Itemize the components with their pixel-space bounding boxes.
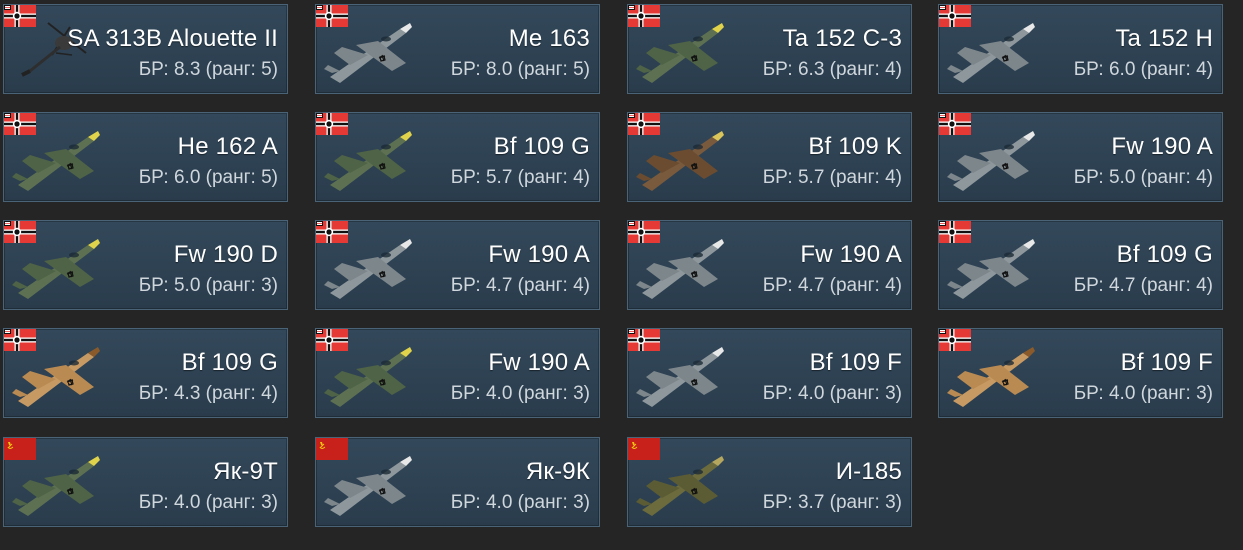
vehicle-name: Ta 152 C-3 (782, 25, 902, 52)
battle-rating: БР: 4.0 (ранг: 3) (450, 383, 590, 404)
battle-rating: БР: 3.7 (ранг: 3) (762, 492, 902, 513)
vehicle-name: Bf 109 G (181, 349, 278, 376)
vehicle-card[interactable]: Bf 109 G БР: 5.7 (ранг: 4) (315, 112, 600, 202)
vehicle-card[interactable]: Fw 190 A БР: 5.0 (ранг: 4) (938, 112, 1223, 202)
vehicle-name: Ta 152 H (1115, 25, 1213, 52)
battle-rating: БР: 6.0 (ранг: 5) (138, 167, 278, 188)
battle-rating: БР: 4.7 (ранг: 4) (450, 275, 590, 296)
battle-rating: БР: 4.0 (ранг: 3) (762, 383, 902, 404)
battle-rating: БР: 4.0 (ранг: 3) (1073, 383, 1213, 404)
vehicle-name: Fw 190 A (1111, 133, 1213, 160)
battle-rating: БР: 4.3 (ранг: 4) (138, 383, 278, 404)
vehicle-card[interactable]: SA 313B Alouette II БР: 8.3 (ранг: 5) (3, 4, 288, 94)
battle-rating: БР: 4.7 (ранг: 4) (762, 275, 902, 296)
vehicle-card[interactable]: Fw 190 A БР: 4.7 (ранг: 4) (627, 220, 912, 310)
vehicle-card[interactable]: Як-9К БР: 4.0 (ранг: 3) (315, 437, 600, 527)
battle-rating: БР: 6.3 (ранг: 4) (762, 59, 902, 80)
battle-rating: БР: 8.0 (ранг: 5) (450, 59, 590, 80)
vehicle-card[interactable]: И-185 БР: 3.7 (ранг: 3) (627, 437, 912, 527)
vehicle-name: И-185 (835, 458, 902, 485)
vehicle-name: Fw 190 A (800, 241, 902, 268)
battle-rating: БР: 5.7 (ранг: 4) (450, 167, 590, 188)
vehicle-name: He 162 A (177, 133, 278, 160)
battle-rating: БР: 5.0 (ранг: 3) (138, 275, 278, 296)
battle-rating: БР: 5.7 (ранг: 4) (762, 167, 902, 188)
vehicle-name: Bf 109 G (493, 133, 590, 160)
vehicle-card[interactable]: Як-9Т БР: 4.0 (ранг: 3) (3, 437, 288, 527)
vehicle-card[interactable]: Me 163 БР: 8.0 (ранг: 5) (315, 4, 600, 94)
battle-rating: БР: 4.0 (ранг: 3) (138, 492, 278, 513)
vehicle-name: Як-9К (525, 458, 590, 485)
vehicle-card[interactable]: Bf 109 K БР: 5.7 (ранг: 4) (627, 112, 912, 202)
vehicle-card[interactable]: Bf 109 G БР: 4.3 (ранг: 4) (3, 328, 288, 418)
battle-rating: БР: 4.7 (ранг: 4) (1073, 275, 1213, 296)
vehicle-card[interactable]: Ta 152 H БР: 6.0 (ранг: 4) (938, 4, 1223, 94)
vehicle-card[interactable]: He 162 A БР: 6.0 (ранг: 5) (3, 112, 288, 202)
vehicle-name: Bf 109 F (1120, 349, 1213, 376)
battle-rating: БР: 6.0 (ранг: 4) (1073, 59, 1213, 80)
vehicle-card[interactable]: Bf 109 G БР: 4.7 (ранг: 4) (938, 220, 1223, 310)
battle-rating: БР: 4.0 (ранг: 3) (450, 492, 590, 513)
battle-rating: БР: 8.3 (ранг: 5) (138, 59, 278, 80)
vehicle-card[interactable]: Fw 190 D БР: 5.0 (ранг: 3) (3, 220, 288, 310)
vehicle-card[interactable]: Fw 190 A БР: 4.0 (ранг: 3) (315, 328, 600, 418)
vehicle-card[interactable]: Bf 109 F БР: 4.0 (ранг: 3) (938, 328, 1223, 418)
vehicle-name: Bf 109 F (809, 349, 902, 376)
vehicle-name: Fw 190 A (488, 349, 590, 376)
vehicle-name: Fw 190 D (173, 241, 278, 268)
vehicle-name: Bf 109 G (1116, 241, 1213, 268)
vehicle-name: Bf 109 K (808, 133, 902, 160)
vehicle-name: SA 313B Alouette II (67, 25, 278, 52)
vehicle-name: Fw 190 A (488, 241, 590, 268)
vehicle-grid: SA 313B Alouette II БР: 8.3 (ранг: 5) Me … (0, 0, 1243, 550)
vehicle-name: Як-9Т (213, 458, 278, 485)
battle-rating: БР: 5.0 (ранг: 4) (1073, 167, 1213, 188)
vehicle-card[interactable]: Fw 190 A БР: 4.7 (ранг: 4) (315, 220, 600, 310)
vehicle-card[interactable]: Ta 152 C-3 БР: 6.3 (ранг: 4) (627, 4, 912, 94)
vehicle-name: Me 163 (508, 25, 590, 52)
vehicle-card[interactable]: Bf 109 F БР: 4.0 (ранг: 3) (627, 328, 912, 418)
